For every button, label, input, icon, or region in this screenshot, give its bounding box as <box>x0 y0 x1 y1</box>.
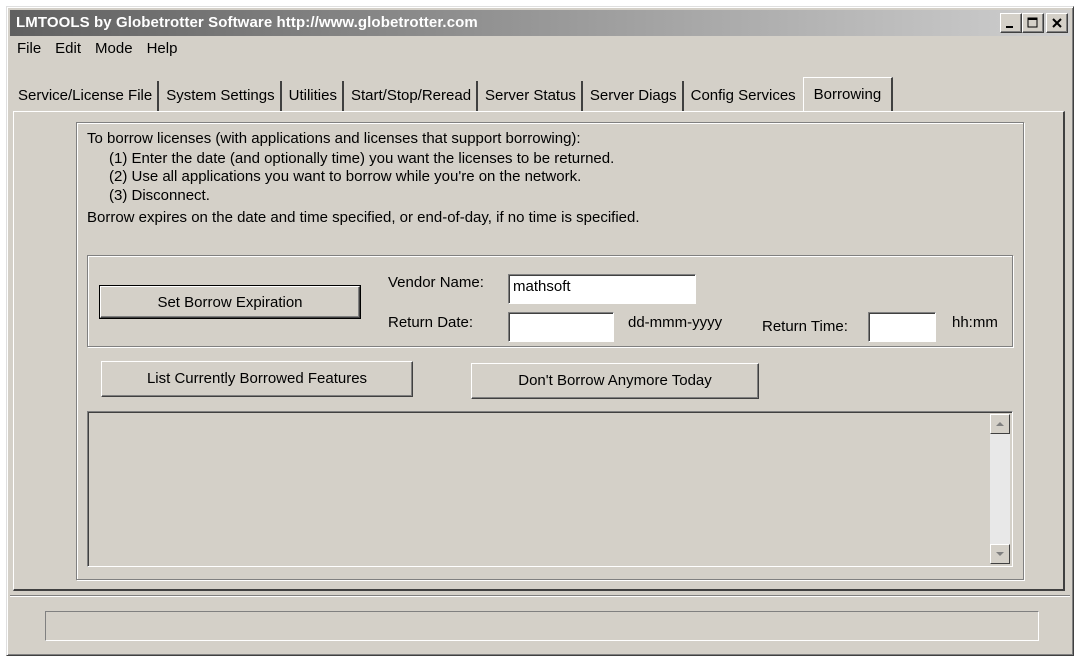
menu-edit[interactable]: Edit <box>48 38 88 62</box>
tab-system-settings[interactable]: System Settings <box>161 81 282 111</box>
scroll-up-button[interactable] <box>990 414 1010 434</box>
date-format-hint: dd-mmm-yyyy <box>628 314 723 331</box>
tab-start-stop-reread[interactable]: Start/Stop/Reread <box>346 81 479 111</box>
window-controls <box>1000 13 1068 33</box>
dont-borrow-anymore-button[interactable]: Don't Borrow Anymore Today <box>471 363 759 399</box>
return-time-field[interactable] <box>868 312 936 342</box>
tab-borrowing[interactable]: Borrowing <box>802 77 894 111</box>
vendor-name-label: Vendor Name: <box>388 274 484 291</box>
return-time-label: Return Time: <box>762 318 848 335</box>
tab-service-license-file[interactable]: Service/License File <box>13 81 160 111</box>
menu-file[interactable]: File <box>10 38 48 62</box>
return-date-field[interactable] <box>508 312 614 342</box>
minimize-icon <box>1006 26 1013 28</box>
borrowing-group: To borrow licenses (with applications an… <box>76 122 1024 580</box>
status-separator <box>10 595 1070 597</box>
minimize-button[interactable] <box>1000 13 1022 33</box>
tab-strip: Service/License File System Settings Uti… <box>13 77 895 111</box>
tab-config-services[interactable]: Config Services <box>686 81 801 111</box>
list-borrowed-features-button[interactable]: List Currently Borrowed Features <box>101 361 413 397</box>
tab-utilities[interactable]: Utilities <box>284 81 344 111</box>
scroll-down-button[interactable] <box>990 544 1010 564</box>
menu-help[interactable]: Help <box>140 38 185 62</box>
vendor-name-field[interactable]: mathsoft <box>508 274 696 304</box>
lmtools-window: LMTOOLS by Globetrotter Software http://… <box>6 6 1074 656</box>
tab-server-status[interactable]: Server Status <box>480 81 583 111</box>
borrow-step-2: (2) Use all applications you want to bor… <box>109 168 582 185</box>
menu-bar: File Edit Mode Help <box>10 38 184 62</box>
set-borrow-expiration-button[interactable]: Set Borrow Expiration <box>99 285 361 319</box>
maximize-button[interactable] <box>1022 13 1044 33</box>
time-format-hint: hh:mm <box>952 314 998 331</box>
maximize-icon <box>1027 17 1038 28</box>
close-icon <box>1052 18 1062 28</box>
menu-mode[interactable]: Mode <box>88 38 140 62</box>
borrow-expiry-note: Borrow expires on the date and time spec… <box>87 209 640 226</box>
title-bar[interactable]: LMTOOLS by Globetrotter Software http://… <box>10 10 1070 36</box>
scroll-up-icon <box>996 422 1004 426</box>
window-title: LMTOOLS by Globetrotter Software http://… <box>16 14 478 31</box>
return-date-label: Return Date: <box>388 314 474 331</box>
borrow-step-1: (1) Enter the date (and optionally time)… <box>109 150 615 167</box>
status-bar <box>45 611 1039 641</box>
expiration-settings-group: Set Borrow Expiration Vendor Name: maths… <box>87 255 1013 347</box>
output-scrollbar[interactable] <box>990 414 1010 564</box>
tab-server-diags[interactable]: Server Diags <box>585 81 684 111</box>
borrow-output-area[interactable] <box>87 411 1013 567</box>
borrow-step-3: (3) Disconnect. <box>109 187 210 204</box>
scroll-down-icon <box>996 552 1004 556</box>
borrow-intro-text: To borrow licenses (with applications an… <box>87 130 581 147</box>
close-button[interactable] <box>1046 13 1068 33</box>
borrowing-panel: To borrow licenses (with applications an… <box>13 111 1065 591</box>
